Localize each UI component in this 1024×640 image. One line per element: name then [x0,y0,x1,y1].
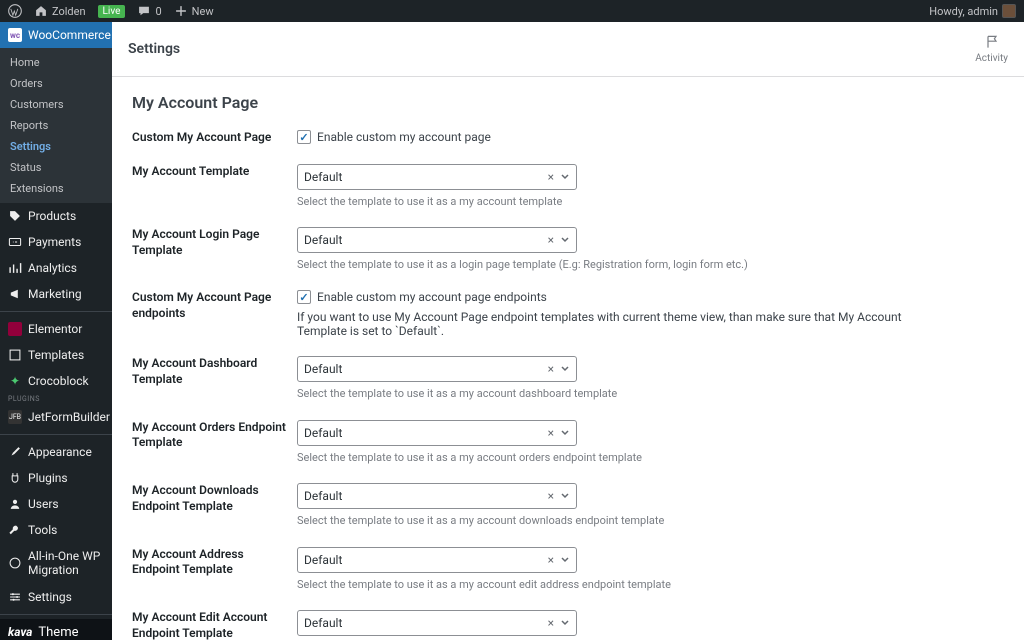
main-content: Settings Activity My Account Page Custom… [112,22,1024,640]
field-label-login: My Account Login Page Template [132,227,297,272]
plugins-label: PLUGINS [0,394,112,404]
sidebar-item-crocoblock[interactable]: ✦Crocoblock [0,368,112,394]
select-dashboard[interactable]: Default × [297,356,577,382]
field-label-endpoints: Custom My Account Page endpoints [132,290,297,338]
field-label-downloads: My Account Downloads Endpoint Template [132,483,297,528]
clear-icon[interactable]: × [548,616,554,630]
sidebar-item-payments[interactable]: Payments [0,229,112,255]
woocommerce-submenu: Home Orders Customers Reports Settings S… [0,48,112,203]
chevron-down-icon [560,618,570,628]
clear-icon[interactable]: × [548,362,554,376]
megaphone-icon [8,287,22,301]
tag-icon [8,209,22,223]
brush-icon [8,445,22,459]
chevron-down-icon [560,428,570,438]
clear-icon[interactable]: × [548,426,554,440]
sidebar-item-products[interactable]: Products [0,203,112,229]
help-template: Select the template to use it as a my ac… [297,194,947,209]
new-link[interactable]: New [174,4,214,18]
select-template[interactable]: Default × [297,164,577,190]
help-downloads: Select the template to use it as a my ac… [297,513,947,528]
select-login[interactable]: Default × [297,227,577,253]
user-icon [8,497,22,511]
user-greeting[interactable]: Howdy, admin [929,4,1016,18]
chevron-down-icon [560,235,570,245]
chevron-down-icon [560,364,570,374]
help-dashboard: Select the template to use it as a my ac… [297,386,947,401]
site-link[interactable]: Zolden [34,4,86,18]
checkbox-endpoints[interactable] [297,290,311,304]
select-downloads[interactable]: Default × [297,483,577,509]
sidebar-item-theme[interactable]: kavaTheme [0,619,112,640]
field-label-address: My Account Address Endpoint Template [132,547,297,592]
sidebar-item-allinone[interactable]: All-in-One WP Migration [0,543,112,584]
flag-icon [984,34,1000,50]
submenu-status[interactable]: Status [0,157,112,178]
submenu-customers[interactable]: Customers [0,94,112,115]
sidebar-item-plugins[interactable]: Plugins [0,465,112,491]
select-address[interactable]: Default × [297,547,577,573]
admin-sidebar: wc WooCommerce Home Orders Customers Rep… [0,22,112,640]
submenu-home[interactable]: Home [0,52,112,73]
kava-logo: kava [8,625,32,639]
templates-icon [8,348,22,362]
clear-icon[interactable]: × [548,233,554,247]
submenu-settings[interactable]: Settings [0,136,112,157]
activity-button[interactable]: Activity [975,34,1008,64]
header-title: Settings [128,41,180,57]
sidebar-item-woocommerce[interactable]: wc WooCommerce [0,22,112,48]
jetform-icon: JFB [8,410,22,424]
field-label-edit-account: My Account Edit Account Endpoint Templat… [132,610,297,640]
field-label-template: My Account Template [132,164,297,209]
crocoblock-icon: ✦ [8,374,22,388]
checkbox-label-custom-page: Enable custom my account page [317,130,491,144]
wp-logo-icon[interactable] [8,4,22,18]
comments-link[interactable]: 0 [137,4,161,18]
checkbox-custom-page[interactable] [297,130,311,144]
sidebar-item-tools[interactable]: Tools [0,517,112,543]
clear-icon[interactable]: × [548,170,554,184]
help-address: Select the template to use it as a my ac… [297,577,947,592]
chevron-down-icon [560,172,570,182]
plug-icon [8,471,22,485]
field-label-dashboard: My Account Dashboard Template [132,356,297,401]
submenu-orders[interactable]: Orders [0,73,112,94]
sidebar-item-appearance[interactable]: Appearance [0,439,112,465]
sidebar-item-users[interactable]: Users [0,491,112,517]
migration-icon [8,556,22,570]
sidebar-item-marketing[interactable]: Marketing [0,281,112,307]
live-badge: Live [98,5,126,18]
sidebar-item-jetformbuilder[interactable]: JFBJetFormBuilder [0,404,112,430]
chevron-down-icon [560,555,570,565]
endpoints-note: If you want to use My Account Page endpo… [297,310,947,338]
sidebar-item-templates[interactable]: Templates [0,342,112,368]
woocommerce-icon: wc [8,28,22,42]
payments-icon [8,235,22,249]
avatar [1002,4,1016,18]
clear-icon[interactable]: × [548,489,554,503]
page-title: My Account Page [132,93,1004,112]
select-edit-account[interactable]: Default × [297,610,577,636]
sidebar-item-analytics[interactable]: Analytics [0,255,112,281]
clear-icon[interactable]: × [548,553,554,567]
wrench-icon [8,523,22,537]
sidebar-item-settings[interactable]: Settings [0,584,112,610]
select-orders[interactable]: Default × [297,420,577,446]
field-label-custom-page: Custom My Account Page [132,130,297,146]
field-label-orders: My Account Orders Endpoint Template [132,420,297,465]
admin-bar: Zolden Live 0 New Howdy, admin [0,0,1024,22]
submenu-extensions[interactable]: Extensions [0,178,112,199]
elementor-icon [8,322,22,336]
sliders-icon [8,590,22,604]
sidebar-item-elementor[interactable]: Elementor [0,316,112,342]
submenu-reports[interactable]: Reports [0,115,112,136]
analytics-icon [8,261,22,275]
help-orders: Select the template to use it as a my ac… [297,450,947,465]
chevron-down-icon [560,491,570,501]
help-login: Select the template to use it as a login… [297,257,947,272]
page-header: Settings Activity [112,22,1024,77]
checkbox-label-endpoints: Enable custom my account page endpoints [317,290,547,304]
